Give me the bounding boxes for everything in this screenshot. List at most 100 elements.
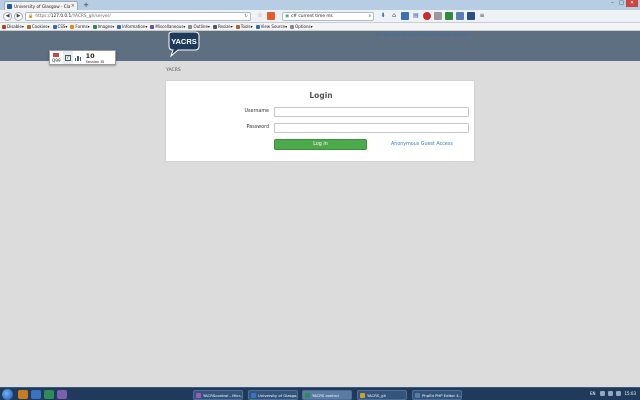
devbar-item-icon [117,24,122,29]
devbar-item-label: Miscellaneous▾ [155,24,186,29]
devbar-menu-item[interactable]: Disable▾ [2,24,24,29]
menu-icon[interactable]: ≡ [478,12,486,20]
close-window-button[interactable]: ✕ [626,0,638,7]
addon-icon[interactable] [401,12,409,20]
devbar-item-icon [255,24,260,29]
devbar-menu-item[interactable]: Forms▾ [70,24,90,29]
ie-icon[interactable] [31,390,41,399]
devbar-item-label: View Source▾ [260,24,288,29]
devbar-item-label: Tools▾ [240,24,253,29]
admin-access-link[interactable]: Go back to the gla Admin/Teacher access [376,33,469,38]
green-extension-icon[interactable] [445,12,453,20]
taskbar-task[interactable]: YACRS_gh [357,390,407,400]
password-label: Password [246,125,269,130]
devbar-item-icon [2,24,6,29]
devbar-menu-item[interactable]: CSS▾ [52,24,68,29]
flag-tray-icon[interactable] [616,391,622,396]
address-actions: ☆ [256,12,278,20]
language-indicator[interactable]: EN [590,391,596,396]
extension-icon[interactable] [434,12,442,20]
adblock-icon[interactable] [423,12,431,20]
help-cell[interactable]: ? [62,51,73,64]
devbar-item-icon [150,24,155,29]
devbar-item-icon [92,24,97,29]
app-icon[interactable] [57,390,67,399]
password-input[interactable] [274,123,469,133]
devbar-item-icon [52,24,57,29]
guest-access-link[interactable]: Anonymous Guest Access [391,142,453,147]
address-bar[interactable]: 🔒 https:// 127.0.0.1 /YACRS_gh/server/ ↻ [25,11,251,21]
taskbar-task[interactable]: YACRS control [302,390,352,400]
web-developer-toolbar: Disable▾ Cookies▾ CSS▾ Forms▾ Images▾ Informa… [0,23,640,31]
task-label: PhpEd PHP Editor 4... [422,392,462,398]
bar-chart-icon [74,55,82,61]
new-tab-button[interactable]: + [82,1,90,9]
devbar-item-icon [70,24,75,29]
devbar-menu-item[interactable]: Information▾ [117,24,147,29]
question-cell[interactable]: Q99 [50,51,63,64]
logo-text: YACRS [171,37,197,46]
breadcrumb[interactable]: YACRS [166,68,181,73]
clock[interactable]: 15:03 [624,391,636,396]
login-title: Login [309,91,333,100]
username-input[interactable] [274,107,469,117]
lock-icon: 🔒 [28,13,34,19]
login-button[interactable]: Log in [274,139,367,150]
devbar-menu-item[interactable]: Outline▾ [188,24,210,29]
home-icon[interactable]: ⌂ [390,12,398,20]
minimize-button[interactable]: – [608,0,617,7]
devbar-menu-item[interactable]: Miscellaneous▾ [150,24,185,29]
taskbar-task[interactable]: YACRScontrol - Micr... [193,390,243,400]
devbar-item-label: Images▾ [97,24,115,29]
toolbar-icons: ⬇ ⌂ ▤ ≡ [379,12,489,20]
screenshot-icon[interactable]: ▤ [412,12,420,20]
taskbar-task[interactable]: PhpEd PHP Editor 4... [412,390,462,400]
search-input[interactable]: c# current time ms [291,14,333,19]
task-app-icon [305,392,310,398]
start-button[interactable] [2,389,13,400]
devbar-item-icon [212,24,217,29]
rss-icon[interactable] [267,12,275,20]
flag-icon [53,52,60,57]
window-controls: – □ ✕ [608,0,638,7]
media-icon[interactable] [44,390,54,399]
devbar-menu-item[interactable]: Resize▾ [212,24,233,29]
back-button[interactable]: ◀ [3,11,12,21]
search-icon[interactable]: ⌕ [369,14,371,19]
maximize-button[interactable]: □ [617,0,626,7]
favicon-icon [7,3,12,9]
devbar-menu-item[interactable]: Cookies▾ [26,24,50,29]
session-id-value: 10 [85,51,95,60]
devbar-menu-item[interactable]: Options▾ [290,24,313,29]
volume-icon[interactable] [608,391,614,396]
explorer-icon[interactable] [18,390,28,399]
devbar-menu-item[interactable]: Images▾ [92,24,115,29]
tab-close-icon[interactable]: × [71,3,75,9]
search-box[interactable]: ▣ c# current time ms ⌕ [282,11,374,21]
session-id-label: Session ID [85,59,105,64]
task-app-icon [251,392,256,398]
forward-button[interactable]: ▶ [14,11,23,21]
browser-tab[interactable]: University of Glasgow - Clas × [4,1,78,10]
download-icon[interactable]: ⬇ [379,12,387,20]
question-id: Q99 [52,57,61,63]
task-label: YACRScontrol - Micr... [203,392,243,398]
web-developer-icon[interactable] [467,12,475,20]
username-label: Username [244,109,269,114]
chart-cell[interactable] [73,51,84,64]
devbar-menu-item[interactable]: View Source▾ [255,24,288,29]
search-engine-icon[interactable]: ▣ [285,14,289,19]
reload-icon[interactable]: ↻ [244,14,248,19]
task-label: YACRS_gh [367,392,386,398]
browser-tab-strip: University of Glasgow - Clas × + – □ ✕ [0,0,640,10]
devbar-item-label: Information▾ [122,24,148,29]
firebug-icon[interactable] [456,12,464,20]
devbar-menu-item[interactable]: Tools▾ [235,24,253,29]
task-label: University of Glasgo... [258,392,298,398]
network-icon[interactable] [600,391,606,396]
bookmark-star-icon[interactable]: ☆ [256,12,264,20]
yacrs-logo[interactable]: YACRS [165,31,201,57]
taskbar-task[interactable]: University of Glasgo... [248,390,298,400]
devbar-item-label: CSS▾ [57,24,68,29]
task-app-icon [196,392,201,398]
